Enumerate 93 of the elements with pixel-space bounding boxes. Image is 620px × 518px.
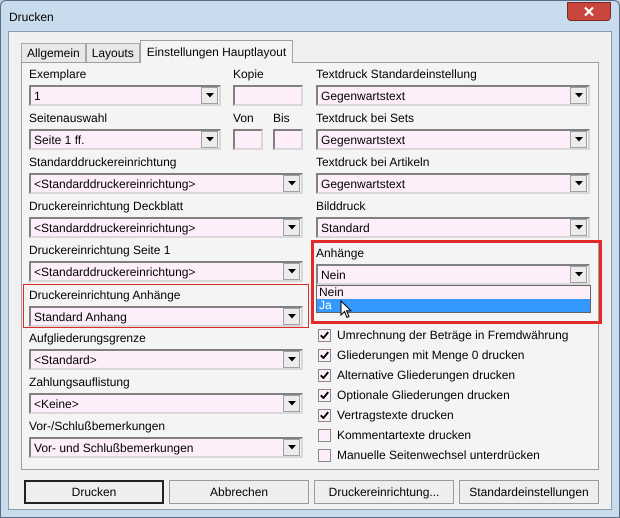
dropdown-field[interactable]: Vor- und Schlußbemerkungen: [29, 437, 303, 458]
checkbox-label[interactable]: Kommentartexte drucken: [337, 426, 472, 444]
tab[interactable]: Einstellungen Hauptlayout: [140, 40, 294, 63]
caret-icon: [288, 269, 296, 274]
dropdown-arrow-button[interactable]: [570, 219, 587, 236]
dropdown-field[interactable]: <Standarddruckereinrichtung>: [29, 261, 303, 282]
tab[interactable]: Allgemein: [21, 43, 86, 62]
caret-icon: [288, 401, 296, 406]
check-icon: [320, 371, 329, 379]
dropdown-field[interactable]: Seite 1 ff.: [29, 129, 221, 150]
dropdown-field[interactable]: <Standard>: [29, 349, 303, 370]
checkbox-label[interactable]: Vertragstexte drucken: [337, 406, 454, 424]
caret-icon: [574, 137, 582, 142]
caret-icon: [288, 225, 296, 230]
dropdown-field[interactable]: Gegenwartstext: [316, 85, 590, 106]
checkbox-label[interactable]: Manuelle Seitenwechsel unterdrücken: [337, 446, 540, 464]
dropdown-arrow-button[interactable]: [283, 175, 300, 192]
caret-icon: [288, 357, 296, 362]
dropdown-field[interactable]: Gegenwartstext: [316, 129, 590, 150]
field-label: Vor-/Schlußbemerkungen: [29, 418, 166, 435]
dropdown-arrow-button[interactable]: [570, 175, 587, 192]
checkbox[interactable]: [318, 388, 331, 402]
dropdown-arrow-button[interactable]: [283, 439, 300, 456]
field-label: Druckereinrichtung Seite 1: [29, 242, 172, 259]
dropdown-arrow-button[interactable]: [283, 308, 300, 325]
dialog-button[interactable]: Druckereinrichtung...: [314, 480, 454, 504]
caret-icon: [574, 225, 582, 230]
field-label: Exemplare: [29, 66, 88, 83]
window-title: Drucken: [9, 9, 54, 26]
input-field[interactable]: [233, 85, 303, 106]
dropdown-arrow-button[interactable]: [283, 263, 300, 280]
check-icon: [320, 411, 329, 419]
field-label: Kopie: [233, 66, 265, 83]
dropdown-field[interactable]: <Standarddruckereinrichtung>: [29, 217, 303, 238]
checkbox-label[interactable]: Alternative Gliederungen drucken: [337, 366, 516, 384]
field-label: Standarddruckereinrichtung: [29, 154, 178, 171]
field-label: Bilddruck: [316, 198, 366, 215]
caret-icon: [206, 137, 214, 142]
field-label: Druckereinrichtung Anhänge: [29, 287, 182, 304]
checkbox[interactable]: [318, 448, 331, 462]
dropdown-field[interactable]: <Keine>: [29, 393, 303, 414]
checkbox[interactable]: [318, 328, 331, 342]
dropdown-field[interactable]: Standard: [316, 217, 590, 238]
dropdown-field[interactable]: Standard Anhang: [29, 306, 303, 327]
field-label: Zahlungsauflistung: [29, 374, 131, 391]
checkbox[interactable]: [318, 428, 331, 442]
caret-icon: [288, 181, 296, 186]
check-icon: [320, 351, 329, 359]
dialog-button[interactable]: Abbrechen: [169, 480, 310, 504]
dropdown-arrow-button[interactable]: [283, 395, 300, 412]
close-icon: [583, 6, 595, 17]
dropdown-field[interactable]: Gegenwartstext: [316, 173, 590, 194]
dropdown-arrow-button[interactable]: [283, 219, 300, 236]
field-label: Textdruck bei Artikeln: [316, 154, 430, 171]
check-icon: [320, 331, 329, 339]
field-label: Druckereinrichtung Deckblatt: [29, 198, 184, 215]
dropdown-arrow-button[interactable]: [570, 87, 587, 104]
close-button[interactable]: [567, 2, 611, 21]
checkbox-label[interactable]: Optionale Gliederungen drucken: [337, 386, 510, 404]
checkbox[interactable]: [318, 408, 331, 422]
dropdown-arrow-button[interactable]: [201, 131, 218, 148]
caret-icon: [574, 272, 582, 277]
checkbox-label[interactable]: Gliederungen mit Menge 0 drucken: [337, 346, 524, 364]
caret-icon: [574, 93, 582, 98]
field-label: Textdruck bei Sets: [316, 110, 416, 127]
caret-icon: [206, 93, 214, 98]
dropdown-arrow-button[interactable]: [570, 266, 587, 283]
field-label: Von: [233, 110, 255, 127]
field-label: Bis: [273, 110, 291, 127]
tab[interactable]: Layouts: [86, 43, 140, 62]
field-label: Textdruck Standardeinstellung: [316, 66, 478, 83]
dropdown-field[interactable]: <Standarddruckereinrichtung>: [29, 173, 303, 194]
dropdown-arrow-button[interactable]: [570, 131, 587, 148]
dropdown-field[interactable]: Nein: [316, 264, 590, 285]
check-icon: [320, 391, 329, 399]
caret-icon: [574, 181, 582, 186]
checkbox[interactable]: [318, 368, 331, 382]
dropdown-arrow-button[interactable]: [283, 351, 300, 368]
caret-icon: [288, 314, 296, 319]
checkbox[interactable]: [318, 348, 331, 362]
dialog-button[interactable]: Drucken: [24, 480, 164, 504]
dialog-button[interactable]: Standardeinstellungen: [459, 480, 599, 504]
input-field[interactable]: [233, 129, 263, 150]
caret-icon: [288, 445, 296, 450]
dropdown-option[interactable]: Nein: [317, 286, 590, 299]
field-label: Seitenauswahl: [29, 110, 108, 127]
dropdown-field[interactable]: 1: [29, 85, 221, 106]
checkbox-label[interactable]: Umrechnung der Beträge in Fremdwährung: [337, 326, 568, 344]
field-label: Anhänge: [316, 245, 366, 262]
dropdown-arrow-button[interactable]: [201, 87, 218, 104]
cursor-icon: [340, 300, 352, 319]
field-label: Aufgliederungsgrenze: [29, 330, 147, 347]
input-field[interactable]: [273, 129, 303, 150]
